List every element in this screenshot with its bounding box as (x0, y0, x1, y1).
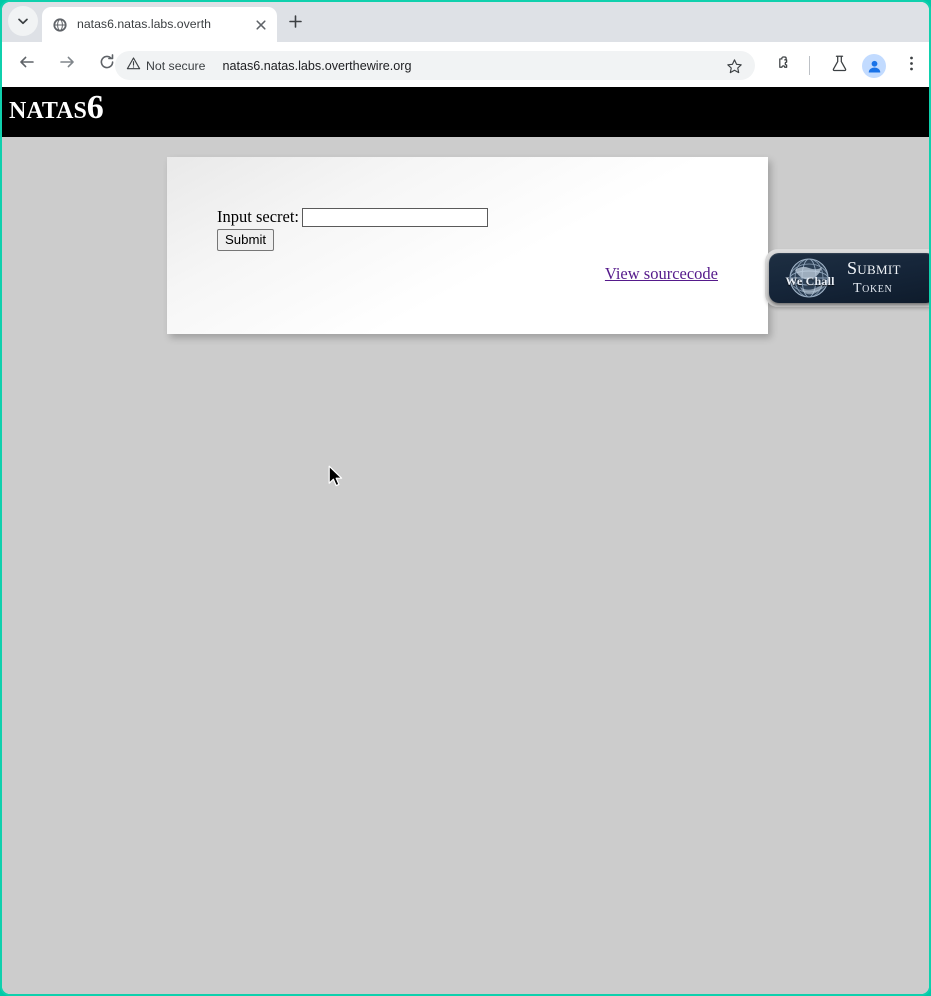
security-status-label: Not secure (146, 58, 206, 73)
three-dot-menu-icon (903, 55, 920, 77)
browser-tab[interactable]: natas6.natas.labs.overth (42, 7, 277, 42)
plus-icon (288, 14, 303, 34)
tab-title: natas6.natas.labs.overth (77, 17, 211, 31)
puzzle-piece-icon (776, 54, 795, 78)
browser-menu-button[interactable] (898, 53, 924, 79)
site-header: natas6 (2, 87, 929, 137)
input-secret-label: Input secret: (217, 207, 300, 226)
close-icon[interactable] (251, 15, 271, 35)
labs-button[interactable] (826, 53, 852, 79)
wechall-wordmark: We Chall (785, 274, 835, 288)
star-icon[interactable] (723, 55, 745, 77)
arrow-pointer-icon (328, 465, 343, 487)
person-avatar-icon (862, 54, 886, 78)
view-sourcecode-link[interactable]: View sourcecode (605, 264, 718, 283)
secret-input[interactable] (302, 207, 489, 227)
security-status-chip[interactable]: Not secure (126, 53, 214, 78)
extensions-button[interactable] (772, 53, 798, 79)
content-card: Input secret: Submit View sourcecode (167, 157, 768, 334)
url-text: natas6.natas.labs.overthewire.org (222, 58, 412, 73)
address-bar[interactable]: Not secure natas6.natas.labs.overthewire… (115, 51, 755, 80)
back-button[interactable] (12, 50, 42, 80)
page-title: natas6 (9, 89, 104, 126)
arrow-right-icon (58, 53, 76, 76)
view-sourcecode-container: View sourcecode (605, 264, 718, 284)
forward-button[interactable] (52, 50, 82, 80)
flask-icon (830, 54, 849, 78)
arrow-left-icon (18, 53, 36, 76)
chevron-down-icon (16, 14, 30, 28)
wechall-token-label: Token (853, 281, 893, 296)
new-tab-button[interactable] (282, 11, 308, 37)
page-viewport: natas6 Input secret: Submit View sourcec… (2, 87, 929, 994)
secret-form-row: Input secret: (217, 207, 489, 227)
browser-window: natas6.natas.labs.overth Not secure nata… (0, 0, 931, 996)
toolbar-divider (809, 56, 810, 75)
wechall-badge-inner: We Chall Submit Token (769, 253, 929, 303)
reload-icon (98, 53, 116, 76)
globe-icon (52, 17, 68, 33)
warning-triangle-icon (126, 56, 141, 76)
profile-button[interactable] (861, 53, 887, 79)
wechall-submit-label: Submit (847, 258, 901, 278)
tab-strip: natas6.natas.labs.overth (2, 2, 929, 42)
tab-search-button[interactable] (8, 6, 38, 36)
wechall-submit-token-badge[interactable]: We Chall Submit Token (765, 249, 929, 307)
submit-button[interactable]: Submit (217, 229, 275, 251)
